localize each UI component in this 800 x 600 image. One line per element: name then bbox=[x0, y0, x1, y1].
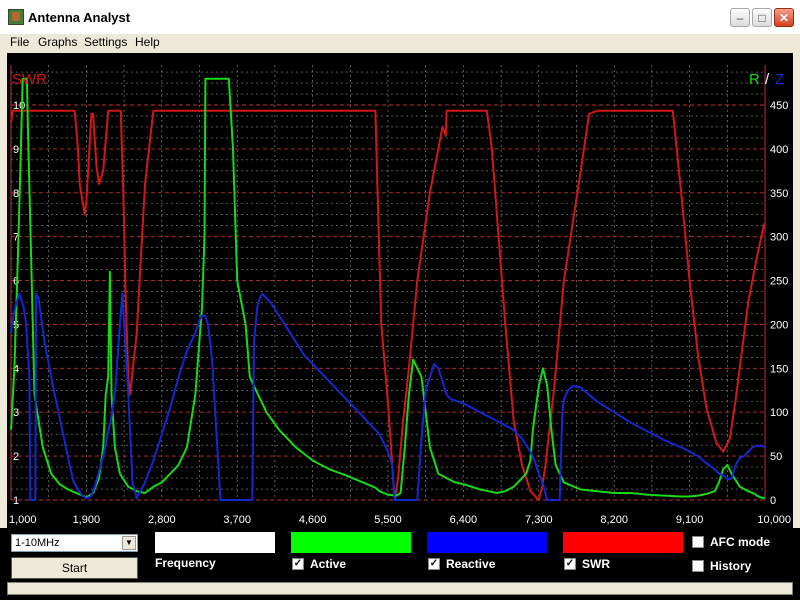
active-color-swatch[interactable] bbox=[291, 532, 411, 553]
reactive-checkbox[interactable]: ✓ bbox=[428, 558, 440, 570]
analyzer-plot: 1 2 3 4 5 6 7 8 9 10 0 50 100 150 200 250 300 350 400 450 1,… bbox=[7, 53, 793, 528]
window-title: Antenna Analyst bbox=[28, 10, 131, 25]
frequency-color-swatch[interactable] bbox=[155, 532, 275, 553]
left-tick-label: 1 bbox=[13, 495, 19, 507]
right-tick-label: 450 bbox=[770, 100, 788, 112]
start-button[interactable]: Start bbox=[11, 557, 138, 579]
swr-checkbox[interactable]: ✓ bbox=[564, 558, 576, 570]
maximize-button[interactable]: □ bbox=[752, 8, 772, 27]
close-icon: ✕ bbox=[778, 10, 790, 25]
status-bar bbox=[7, 582, 793, 595]
frequency-label: Frequency bbox=[155, 556, 216, 570]
x-tick-label: 3,700 bbox=[223, 514, 251, 526]
x-tick-label: 1,000 bbox=[9, 514, 37, 526]
history-label: History bbox=[710, 559, 752, 573]
x-tick-label: 7,300 bbox=[525, 514, 553, 526]
right-tick-label: 300 bbox=[770, 232, 788, 244]
x-tick-label: 8,200 bbox=[600, 514, 628, 526]
right-tick-label: 400 bbox=[770, 144, 788, 156]
afc-mode-checkbox[interactable] bbox=[692, 536, 704, 548]
minimize-button[interactable]: – bbox=[730, 8, 750, 27]
axis-title-separator: / bbox=[765, 71, 770, 88]
x-tick-label: 10,000 bbox=[757, 514, 791, 526]
reactive-color-swatch[interactable] bbox=[427, 532, 547, 553]
active-checkbox[interactable]: ✓ bbox=[292, 558, 304, 570]
reactive-label: Reactive bbox=[446, 557, 496, 571]
right-tick-label: 150 bbox=[770, 363, 788, 375]
z-axis-title: Z bbox=[775, 71, 784, 88]
swr-axis-title: SWR bbox=[12, 71, 47, 88]
left-tick-label: 8 bbox=[13, 188, 19, 200]
history-checkbox[interactable] bbox=[692, 560, 704, 572]
right-tick-label: 0 bbox=[770, 495, 776, 507]
maximize-icon: □ bbox=[758, 10, 766, 25]
swr-label: SWR bbox=[582, 557, 610, 571]
swr-impedance-chart: 123456789100501001502002503003504004501,… bbox=[9, 65, 791, 526]
right-tick-label: 350 bbox=[770, 188, 788, 200]
app-icon bbox=[8, 9, 24, 25]
afc-mode-label: AFC mode bbox=[710, 535, 770, 549]
menu-help[interactable]: Help bbox=[135, 35, 160, 49]
menu-graphs[interactable]: Graphs bbox=[38, 35, 77, 49]
swr-color-swatch[interactable] bbox=[563, 532, 683, 553]
x-tick-label: 4,600 bbox=[299, 514, 327, 526]
close-button[interactable]: ✕ bbox=[774, 8, 794, 27]
band-select-value: 1-10MHz bbox=[15, 537, 60, 549]
right-tick-label: 250 bbox=[770, 276, 788, 288]
left-tick-label: 9 bbox=[13, 144, 19, 156]
active-label: Active bbox=[310, 557, 347, 571]
x-tick-label: 1,900 bbox=[73, 514, 101, 526]
menu-settings[interactable]: Settings bbox=[84, 35, 127, 49]
x-tick-label: 6,400 bbox=[450, 514, 478, 526]
r-axis-title: R bbox=[749, 71, 760, 88]
band-select[interactable]: 1-10MHz ▼ bbox=[11, 534, 138, 552]
left-tick-label: 2 bbox=[13, 451, 19, 463]
title-bar: Antenna Analyst – □ ✕ bbox=[0, 0, 800, 35]
right-tick-label: 200 bbox=[770, 319, 788, 331]
chevron-down-icon[interactable]: ▼ bbox=[122, 536, 136, 550]
menu-file[interactable]: File bbox=[10, 35, 29, 49]
minimize-icon: – bbox=[736, 10, 744, 25]
right-tick-label: 100 bbox=[770, 407, 788, 419]
left-tick-label: 3 bbox=[13, 407, 19, 419]
x-tick-label: 5,500 bbox=[374, 514, 402, 526]
right-tick-label: 50 bbox=[770, 451, 782, 463]
x-tick-label: 9,100 bbox=[676, 514, 704, 526]
x-tick-label: 2,800 bbox=[148, 514, 176, 526]
menu-bar: File Graphs Settings Help bbox=[0, 34, 800, 52]
